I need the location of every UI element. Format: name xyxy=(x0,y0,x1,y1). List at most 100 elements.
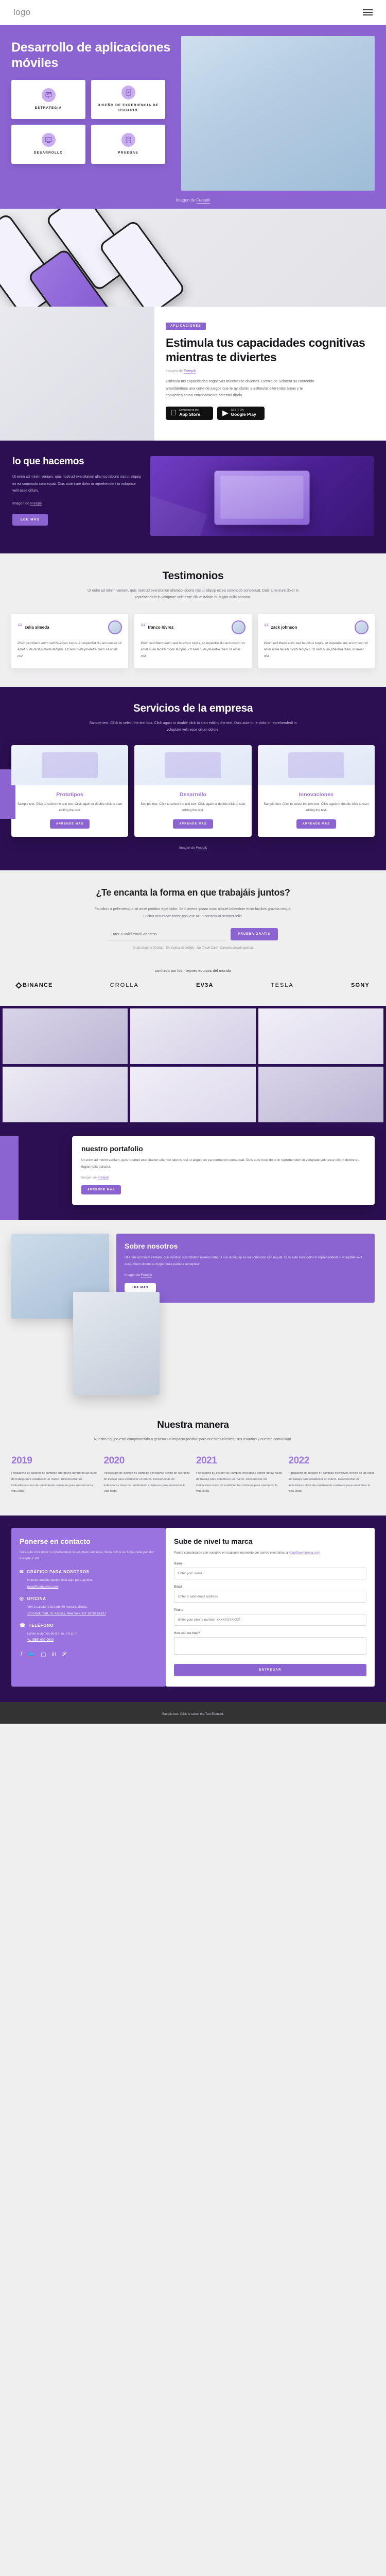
contact-email-link[interactable]: hola@tuempresa.com xyxy=(27,1585,157,1589)
portfolio-section: nuestro portafolio Ut enim ad minim veni… xyxy=(0,1006,386,1245)
service-title: Innovaciones xyxy=(299,791,334,798)
service-title: Desarrollo xyxy=(180,791,206,798)
phone-field[interactable] xyxy=(174,1614,366,1626)
timeline-year: 2021 xyxy=(196,1455,217,1467)
code-monitor-icon xyxy=(41,133,56,147)
credit-link[interactable]: Freepik xyxy=(196,198,210,204)
learn-more-button[interactable]: APRENDE MÁS xyxy=(81,1185,121,1195)
testimonials-title: Testimonios xyxy=(162,570,224,582)
gallery-item[interactable] xyxy=(3,1067,128,1123)
timeline-item-2022: 2022 Podcasting de gestión de cambios op… xyxy=(289,1455,375,1494)
app-store-badge[interactable]:  Download on theApp Store xyxy=(166,407,213,420)
portfolio-card: nuestro portafolio Ut enim ad minim veni… xyxy=(72,1136,375,1205)
learn-more-button[interactable]: APRENDE MÁS xyxy=(49,819,90,829)
service-illustration xyxy=(257,745,375,785)
linkedin-icon[interactable]: in xyxy=(52,1651,57,1658)
contact-address-link[interactable]: 123 Rock road, St. Kansas, New York, NY … xyxy=(27,1612,157,1615)
portfolio-title: nuestro portafolio xyxy=(81,1144,143,1153)
portfolio-credit: Imagen de Freepik xyxy=(81,1176,109,1181)
what-we-do-text: lo que hacemos Ut enim ad minim veniam, … xyxy=(12,456,141,536)
phone-mockups-band xyxy=(0,209,386,307)
field-label: How can we help? xyxy=(174,1631,200,1636)
field-label: Phone xyxy=(174,1608,183,1612)
what-we-do-section: lo que hacemos Ut enim ad minim veniam, … xyxy=(0,441,386,553)
hero-card-estrategia[interactable]: ESTRATEGIA xyxy=(11,80,85,119)
gallery-item[interactable] xyxy=(130,1067,256,1123)
instagram-icon[interactable]: ▢ xyxy=(41,1651,46,1658)
hero-title: Desarrollo de aplicaciones móviles xyxy=(11,40,170,70)
credit-link[interactable]: Freepik xyxy=(30,501,43,506)
timeline-text: Podcasting de gestión de cambios operati… xyxy=(11,1472,97,1493)
hero-section: Desarrollo de aplicaciones móviles ESTRA… xyxy=(0,25,386,209)
service-card-list: Prototipos Sample text. Click to select … xyxy=(11,745,375,837)
avatar xyxy=(108,620,122,634)
gallery-item[interactable] xyxy=(130,1008,256,1065)
service-illustration xyxy=(134,745,252,785)
twitter-icon[interactable]: 🐦 xyxy=(28,1651,35,1658)
hero-card-label: ESTRATEGIA xyxy=(34,106,62,110)
service-illustration xyxy=(11,745,129,785)
services-title: Servicios de la empresa xyxy=(133,702,253,715)
form-intro: Puede comunicarse con nosotros en cualqu… xyxy=(174,1551,320,1556)
services-credit: Imagen de Freepik xyxy=(179,846,207,850)
menu-icon[interactable] xyxy=(363,9,373,15)
learn-more-button[interactable]: APRENDE MÁS xyxy=(173,819,213,829)
hero-card-ux[interactable]: DISEÑO DE EXPERIENCIA DE USUARIO xyxy=(91,80,165,119)
submit-button[interactable]: ENTREGAR xyxy=(174,1664,366,1677)
read-more-button[interactable]: LEE MÁS xyxy=(125,1283,156,1292)
message-field[interactable] xyxy=(174,1637,366,1655)
contact-section: Ponerse en contacto Duis aute irure dolo… xyxy=(0,1515,386,1703)
site-logo[interactable]: logo xyxy=(13,7,30,18)
facebook-icon[interactable]: 𝑓 xyxy=(21,1651,22,1658)
app-promo-image xyxy=(0,307,154,441)
testimonials-section: Testimonios Ut enim ad minim veniam, qui… xyxy=(0,553,386,687)
our-way-sub: Nuestro equipo está comprometido a gener… xyxy=(94,1438,292,1442)
brand-logo-tesla: TESLA xyxy=(270,982,294,989)
quote-icon: “ xyxy=(141,621,146,633)
pinterest-icon[interactable]: 𝒫 xyxy=(62,1651,66,1658)
google-play-badge[interactable]: ▶ GET IT ON Google Play xyxy=(217,407,265,420)
avatar xyxy=(231,620,245,634)
credit-link[interactable]: Freepik xyxy=(97,1176,109,1181)
store-badges:  Download on theApp Store ▶ GET IT ONGo… xyxy=(166,407,373,420)
name-field[interactable] xyxy=(174,1568,366,1580)
field-label: Name xyxy=(174,1562,183,1566)
learn-more-button[interactable]: APRENDE MÁS xyxy=(296,819,337,829)
gallery-item[interactable] xyxy=(258,1008,383,1065)
app-promo-content: APLICACIONES Estimula tus capacidades co… xyxy=(154,307,386,441)
timeline-text: Podcasting de gestión de cambios operati… xyxy=(196,1472,282,1493)
contact-info-panel: Ponerse en contacto Duis aute irure dolo… xyxy=(11,1527,166,1687)
credit-link[interactable]: Freepik xyxy=(184,369,196,374)
email-input[interactable] xyxy=(108,928,227,941)
service-card-prototipos: Prototipos Sample text. Click to select … xyxy=(11,745,129,837)
credit-link[interactable]: Freepik xyxy=(141,1273,152,1277)
read-more-button[interactable]: LEE MÁS xyxy=(12,513,48,526)
what-we-do-credit: Imagen de Freepik xyxy=(12,501,43,506)
our-way-title: Nuestra manera xyxy=(157,1420,229,1431)
testimonial-card: “zack johnson Proin sed libero enim sed … xyxy=(257,613,375,669)
field-label: Email xyxy=(174,1585,182,1589)
form-email-link[interactable]: hola@tuempresa.com xyxy=(289,1551,320,1556)
gallery-item[interactable] xyxy=(3,1008,128,1065)
apple-icon:  xyxy=(171,409,177,417)
email-field[interactable] xyxy=(174,1591,366,1603)
cta-note: Gratis durante 30 días · Sin tarjeta de … xyxy=(132,947,254,950)
services-section: Servicios de la empresa Sample text. Cli… xyxy=(0,687,386,870)
contact-phone-link[interactable]: +1 (555) 000-0000 xyxy=(27,1638,157,1642)
hero-content: Desarrollo de aplicaciones móviles ESTRA… xyxy=(0,36,386,191)
contact-title: Ponerse en contacto xyxy=(20,1537,91,1545)
timeline-year: 2022 xyxy=(288,1455,310,1467)
brand-logo-sony: SONY xyxy=(351,982,370,989)
contact-heading: TELÉFONO xyxy=(28,1623,54,1628)
about-section: Sobre nosotros Ut enim ad minim veniam, … xyxy=(0,1220,386,1413)
hero-card-desarrollo[interactable]: DESARROLLO xyxy=(11,125,85,164)
gallery-item[interactable] xyxy=(258,1067,383,1123)
ux-design-icon xyxy=(121,86,135,100)
credit-link[interactable]: Freepik xyxy=(196,846,207,850)
brands-label: confiado por los mejores equipos del mun… xyxy=(155,968,231,973)
brand-logo-binance: BINANCE xyxy=(15,982,53,989)
subscribe-form: PRUEBA GRATIS xyxy=(11,928,375,941)
hero-card-pruebas[interactable]: PRUEBAS xyxy=(91,125,165,164)
contact-block-email: ✉ GRÁFICO PARA NOSOTROS Nuestro amable eq… xyxy=(20,1569,157,1589)
free-trial-button[interactable]: PRUEBA GRATIS xyxy=(231,928,278,941)
